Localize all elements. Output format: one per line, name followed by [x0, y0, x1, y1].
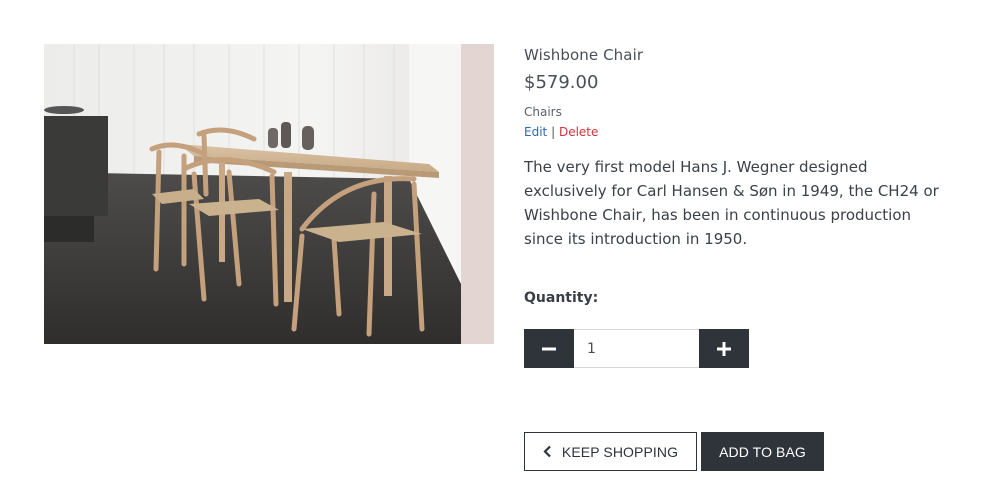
- keep-shopping-button[interactable]: KEEP SHOPPING: [524, 432, 697, 471]
- product-name: Wishbone Chair: [524, 46, 644, 64]
- admin-separator: |: [551, 125, 556, 139]
- plus-icon: [717, 341, 731, 356]
- add-to-bag-button[interactable]: ADD TO BAG: [701, 432, 824, 471]
- admin-links: Edit | Delete: [524, 124, 964, 140]
- chevron-left-icon: [543, 445, 551, 458]
- product-category[interactable]: Chairs: [524, 103, 964, 121]
- minus-icon: [542, 347, 556, 350]
- product-price: $579.00: [524, 72, 599, 93]
- add-to-bag-label: ADD TO BAG: [719, 443, 806, 460]
- quantity-label: Quantity:: [524, 290, 599, 306]
- quantity-stepper: [524, 329, 749, 368]
- product-image: [44, 44, 494, 344]
- edit-link[interactable]: Edit: [524, 125, 547, 139]
- delete-link[interactable]: Delete: [559, 125, 598, 139]
- keep-shopping-label: KEEP SHOPPING: [561, 443, 679, 460]
- product-description: The very first model Hans J. Wegner desi…: [524, 158, 939, 248]
- increment-button[interactable]: [699, 329, 749, 368]
- decrement-button[interactable]: [524, 329, 574, 368]
- product-details: Wishbone Chair $579.00 Chairs Edit | Del…: [524, 44, 964, 251]
- quantity-input[interactable]: [574, 329, 699, 368]
- product-photo: [44, 44, 494, 344]
- product-detail-page: Wishbone Chair $579.00 Chairs Edit | Del…: [0, 0, 998, 501]
